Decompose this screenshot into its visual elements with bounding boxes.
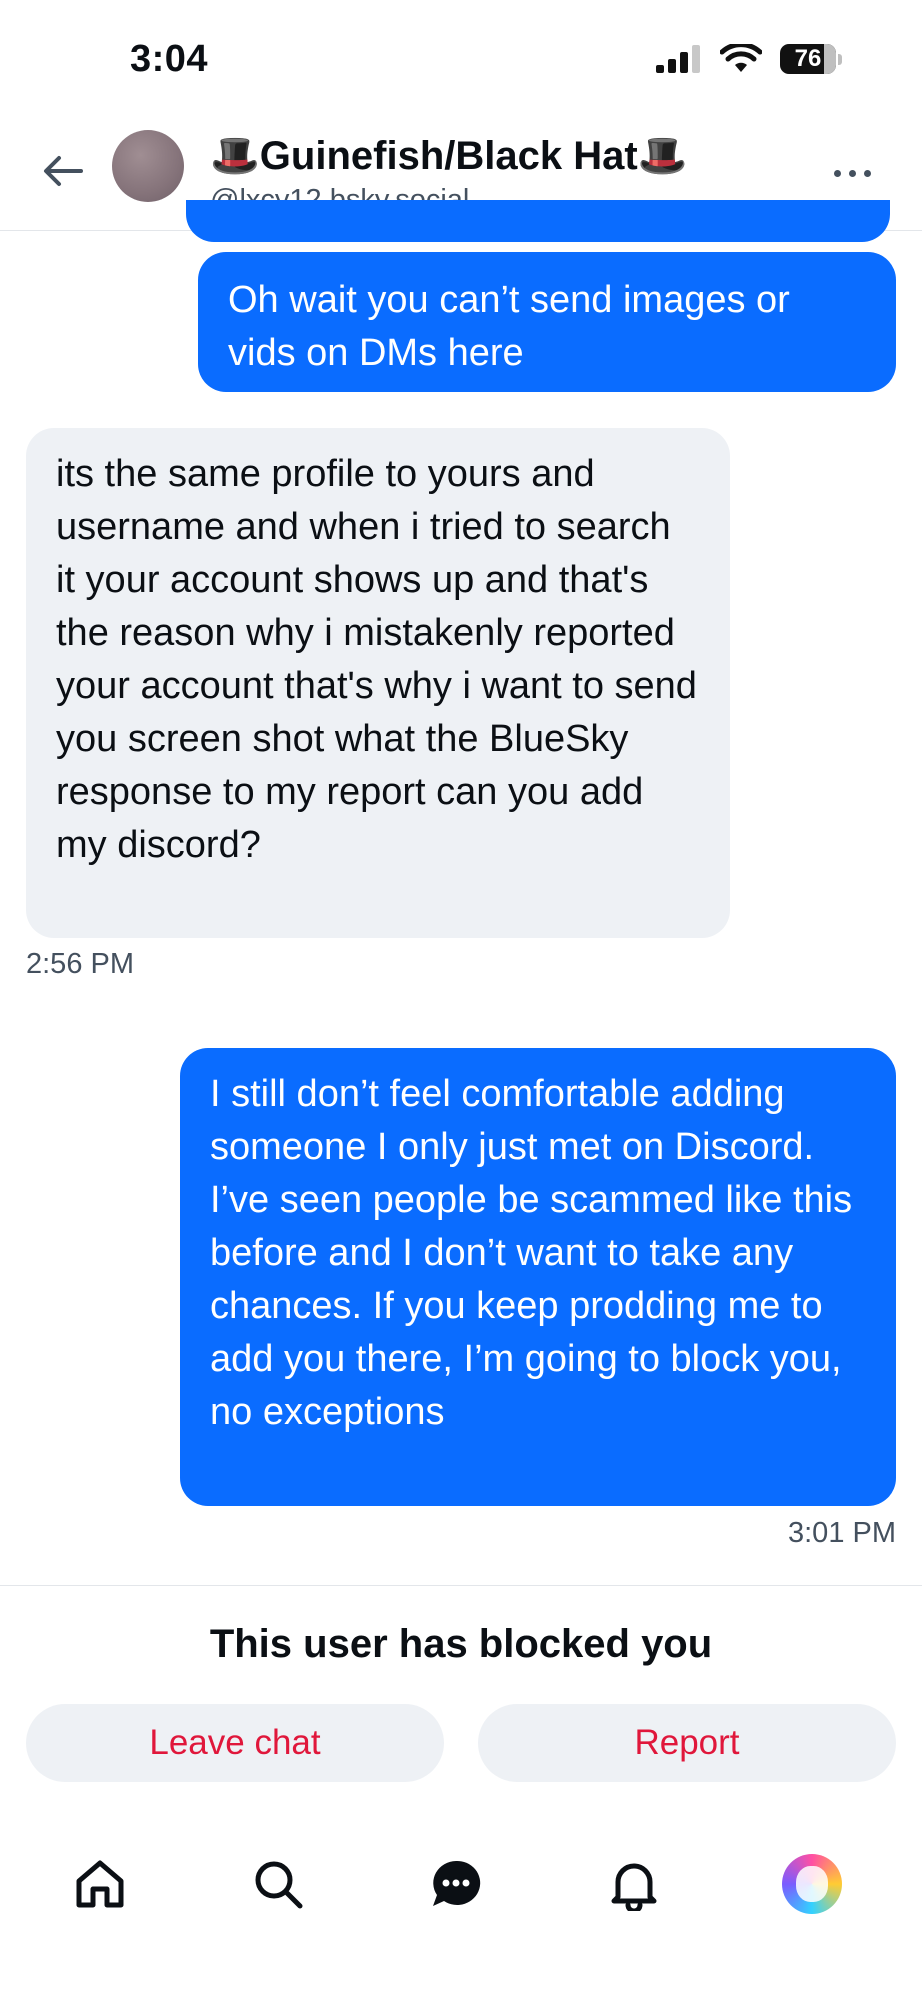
profile-avatar (782, 1854, 842, 1914)
nav-search[interactable] (246, 1852, 310, 1916)
cellular-signal-icon (656, 45, 700, 73)
bell-icon (611, 1863, 657, 1911)
contact-avatar[interactable] (112, 130, 184, 202)
report-button[interactable]: Report (478, 1704, 896, 1782)
status-time: 3:04 (130, 38, 209, 80)
battery-level: 76 (794, 45, 822, 72)
divider (0, 1585, 922, 1586)
status-indicators: 76 (656, 44, 842, 74)
message-text: I still don’t feel comfortable adding so… (210, 1073, 853, 1433)
message-text: its the same profile to yours and userna… (56, 453, 697, 866)
previous-message-bubble (186, 200, 890, 242)
chat-icon (433, 1860, 481, 1906)
search-icon (255, 1861, 303, 1909)
message-timestamp: 2:56 PM (26, 948, 134, 980)
ellipsis-icon (833, 169, 841, 177)
more-options-button[interactable] (822, 158, 882, 188)
home-icon (76, 1860, 124, 1908)
nav-chat[interactable] (424, 1852, 488, 1916)
leave-chat-button[interactable]: Leave chat (26, 1704, 444, 1782)
wifi-icon (720, 44, 762, 72)
sent-message-bubble[interactable]: I still don’t feel comfortable adding so… (180, 1048, 896, 1506)
battery-icon: 76 (780, 44, 842, 74)
nav-home[interactable] (68, 1852, 132, 1916)
received-message-bubble[interactable]: its the same profile to yours and userna… (26, 428, 730, 938)
contact-display-name[interactable]: 🎩Guinefish/Black Hat🎩 (210, 132, 687, 179)
message-text: Oh wait you can’t send images or vids on… (228, 279, 790, 374)
back-arrow-icon (44, 156, 83, 186)
nav-notifications[interactable] (602, 1852, 666, 1916)
nav-profile[interactable] (780, 1852, 844, 1916)
sent-message-bubble[interactable]: Oh wait you can’t send images or vids on… (198, 252, 896, 392)
message-timestamp: 3:01 PM (788, 1517, 896, 1549)
back-button[interactable] (36, 144, 90, 198)
blocked-notice: This user has blocked you (209, 1622, 713, 1666)
